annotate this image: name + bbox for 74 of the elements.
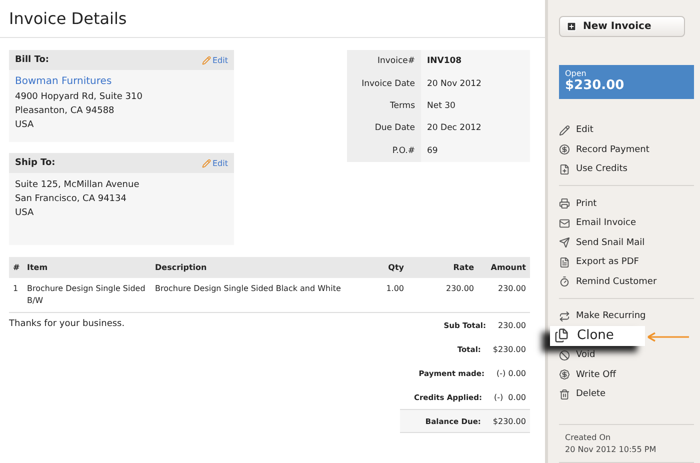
address-line: USA — [15, 119, 35, 131]
column-header: Description — [151, 257, 368, 278]
status-label: Open — [565, 69, 588, 78]
meta-label: Terms — [347, 94, 421, 118]
dollar-coin-icon — [559, 144, 570, 156]
sidebar-action[interactable]: Edit — [559, 120, 694, 140]
edit-link[interactable]: Edit — [202, 56, 228, 64]
table-cell: 1.00 — [368, 278, 408, 313]
page-title: Invoice Details — [9, 9, 127, 28]
created-label: Created On — [565, 433, 612, 442]
address-line: Pleasanton, CA 94588 — [15, 105, 116, 117]
table-cell: 1 — [9, 278, 23, 313]
mail-icon — [559, 218, 570, 229]
address-line: 4900 Hopyard Rd, Suite 310 — [15, 91, 144, 103]
total-value: $230.00 — [492, 344, 526, 354]
total-value: (-) 0.00 — [496, 368, 526, 378]
sidebar-action[interactable]: Print — [559, 194, 694, 214]
meta-label: Invoice# — [347, 50, 421, 72]
sidebar-action[interactable]: Make Recurring — [559, 306, 694, 326]
meta-value: 20 Nov 2012 — [426, 78, 482, 91]
sidebar-action[interactable]: Email Invoice — [559, 214, 694, 233]
sidebar-action[interactable]: Delete — [559, 384, 694, 404]
timer-icon — [559, 276, 570, 288]
arrow-icon — [646, 332, 690, 342]
total-value: $230.00 — [492, 416, 526, 426]
meta-value: INV108 — [426, 55, 463, 68]
meta-label: P.O.# — [347, 140, 421, 162]
table-cell: 230.00 — [478, 278, 530, 313]
sidebar-action[interactable]: Use Credits — [559, 160, 694, 179]
meta-value: 20 Dec 2012 — [426, 122, 482, 136]
send-icon — [559, 237, 570, 248]
column-header: # — [9, 257, 23, 278]
sidebar-action[interactable]: Send Snail Mail — [559, 233, 694, 252]
notes-text: Thanks for your business. — [9, 318, 125, 331]
pencil-icon — [202, 56, 210, 64]
table-cell: Brochure Design Single Sided B/W — [23, 278, 151, 313]
new-invoice-button[interactable]: New Invoice — [559, 16, 685, 38]
files-icon — [554, 328, 569, 344]
table-cell: 230.00 — [408, 278, 478, 313]
sidebar-action[interactable]: Record Payment — [559, 140, 694, 160]
plus-icon — [566, 21, 577, 32]
sidebar-action[interactable]: Write Off — [559, 365, 694, 384]
status-amount: $230.00 — [565, 78, 626, 94]
repeat-icon — [559, 310, 570, 322]
document-icon — [559, 256, 570, 268]
printer-icon — [559, 198, 570, 210]
pencil-icon — [559, 124, 570, 136]
address-line: USA — [15, 207, 35, 219]
edit-link[interactable]: Edit — [202, 158, 228, 168]
meta-value: 69 — [426, 144, 439, 158]
column-header: Rate — [408, 257, 478, 278]
table-cell: Brochure Design Single Sided Black and White — [151, 278, 368, 313]
ban-icon — [559, 350, 570, 361]
total-value: 230.00 — [498, 320, 526, 330]
customer-link[interactable]: Bowman Furnitures — [15, 76, 228, 88]
sidebar-action[interactable]: Void — [559, 346, 694, 365]
column-header: Amount — [478, 257, 530, 278]
column-header: Qty — [368, 257, 408, 278]
created-value: 20 Nov 2012 10:55 PM — [565, 445, 658, 454]
sidebar-action[interactable]: Export as PDF — [559, 252, 694, 272]
card-title: Bill To: — [15, 55, 49, 65]
dollar-badge-icon — [559, 369, 570, 380]
sidebar-action[interactable]: Remind Customer — [559, 272, 694, 292]
meta-label: Due Date — [347, 117, 421, 140]
total-value: (-) 0.00 — [494, 392, 526, 402]
file-plus-icon — [559, 164, 570, 175]
address-line: Suite 125, McMillan Avenue — [15, 179, 140, 191]
card-title: Ship To: — [15, 158, 56, 168]
meta-label: Invoice Date — [347, 72, 421, 95]
meta-value: Net 30 — [426, 100, 456, 113]
column-header: Item — [23, 257, 151, 278]
pencil-icon — [202, 158, 210, 168]
address-line: San Francisco, CA 94134 — [15, 193, 128, 205]
trash-icon — [559, 388, 570, 400]
